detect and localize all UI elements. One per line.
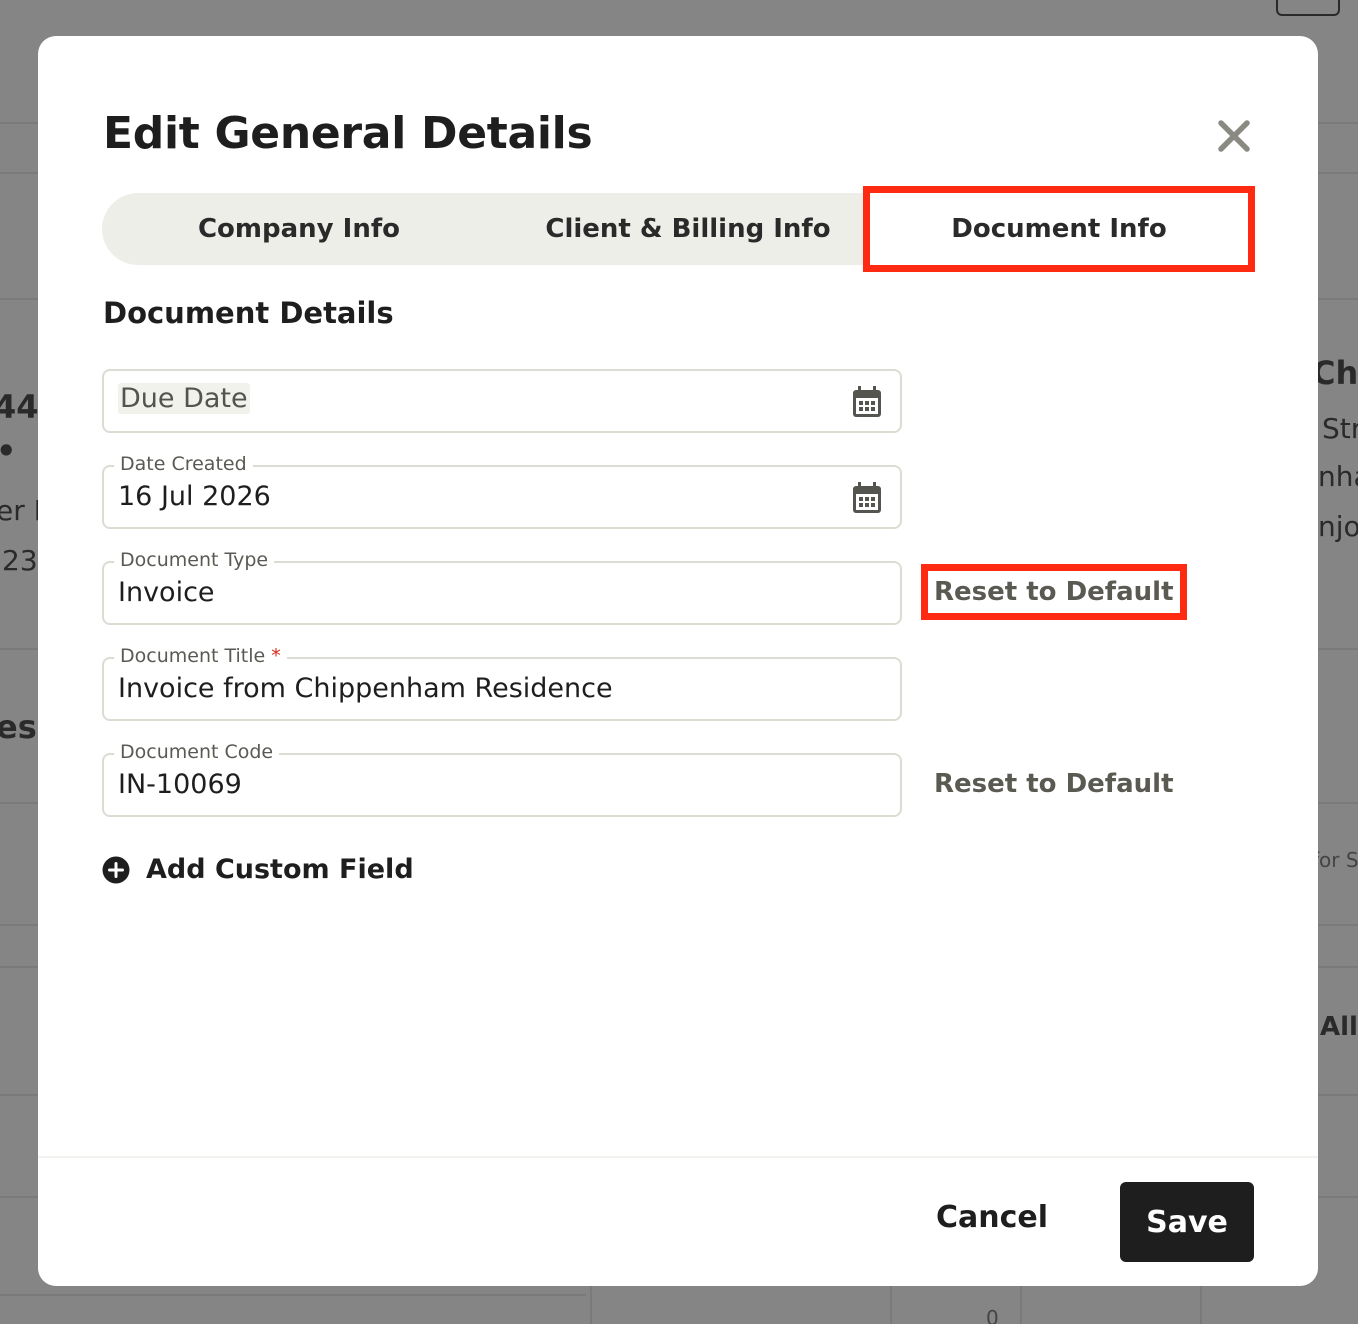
date-created-value: 16 Jul 2026 [118,481,271,512]
tab-client-billing-info[interactable]: Client & Billing Info [496,193,880,265]
date-created-label: Date Created [114,453,253,475]
edit-general-details-modal: Edit General Details Company Info Client… [38,36,1318,1286]
background-text: Str [1322,412,1358,445]
due-date-field[interactable]: Due Date [102,369,902,433]
background-divider [0,298,38,300]
background-text: • [0,432,16,470]
background-text: 23 [2,544,38,577]
background-divider [0,122,38,124]
add-custom-field-label: Add Custom Field [146,854,414,885]
background-text: 0 [986,1306,999,1324]
background-divider [1318,298,1358,300]
background-divider [1318,966,1358,968]
background-divider [0,648,38,650]
tab-document-info[interactable]: Document Info [863,186,1255,272]
background-divider [1318,1196,1358,1198]
background-divider [1020,1286,1022,1324]
document-code-field[interactable]: Document Code IN-10069 [102,741,902,817]
close-button[interactable] [1214,116,1254,156]
due-date-placeholder: Due Date [118,383,250,414]
tab-bar: Company Info Client & Billing Info Docum… [102,186,1255,272]
tab-company-info[interactable]: Company Info [102,193,496,265]
plus-circle-icon [102,856,130,883]
background-divider [1318,802,1358,804]
background-divider [1318,924,1358,926]
cancel-button[interactable]: Cancel [936,1200,1048,1235]
required-mark: * [271,645,281,667]
document-title-label-text: Document Title [120,645,266,667]
background-text: es [0,708,37,746]
document-type-label: Document Type [114,549,275,571]
save-button[interactable]: Save [1120,1182,1254,1262]
document-title-value: Invoice from Chippenham Residence [118,673,613,704]
background-divider [1200,1286,1202,1324]
section-title: Document Details [103,296,394,330]
background-text: Chi [1312,354,1358,392]
background-divider [0,924,38,926]
background-divider [0,172,38,174]
background-divider [0,1294,586,1296]
document-type-reset-button[interactable]: Reset to Default [921,564,1187,620]
calendar-icon[interactable] [852,386,882,418]
document-title-label: Document Title * [114,645,287,667]
background-divider [1318,648,1358,650]
background-text: for S [1312,848,1358,872]
background-text: nha [1318,460,1358,493]
document-code-reset-button[interactable]: Reset to Default [934,769,1174,799]
background-divider [0,802,38,804]
footer-divider [38,1156,1318,1158]
close-icon [1218,120,1250,152]
background-divider [0,966,38,968]
document-type-field[interactable]: Document Type Invoice [102,549,902,625]
background-divider [1318,1094,1358,1096]
background-button [1276,0,1340,16]
background-divider [890,1286,892,1324]
background-text: njo [1318,510,1358,543]
document-code-value: IN-10069 [118,769,242,800]
background-text: All [1320,1012,1358,1042]
background-divider [590,1286,592,1324]
background-divider [0,1094,38,1096]
document-title-field[interactable]: Document Title * Invoice from Chippenham… [102,645,902,721]
document-type-value: Invoice [118,577,215,608]
background-divider [0,1196,38,1198]
background-divider [1318,122,1358,124]
calendar-icon[interactable] [852,482,882,514]
modal-title: Edit General Details [103,108,593,159]
document-code-label: Document Code [114,741,280,763]
add-custom-field-button[interactable]: Add Custom Field [102,854,414,885]
date-created-field[interactable]: Date Created 16 Jul 2026 [102,453,902,529]
background-divider [1318,172,1358,174]
